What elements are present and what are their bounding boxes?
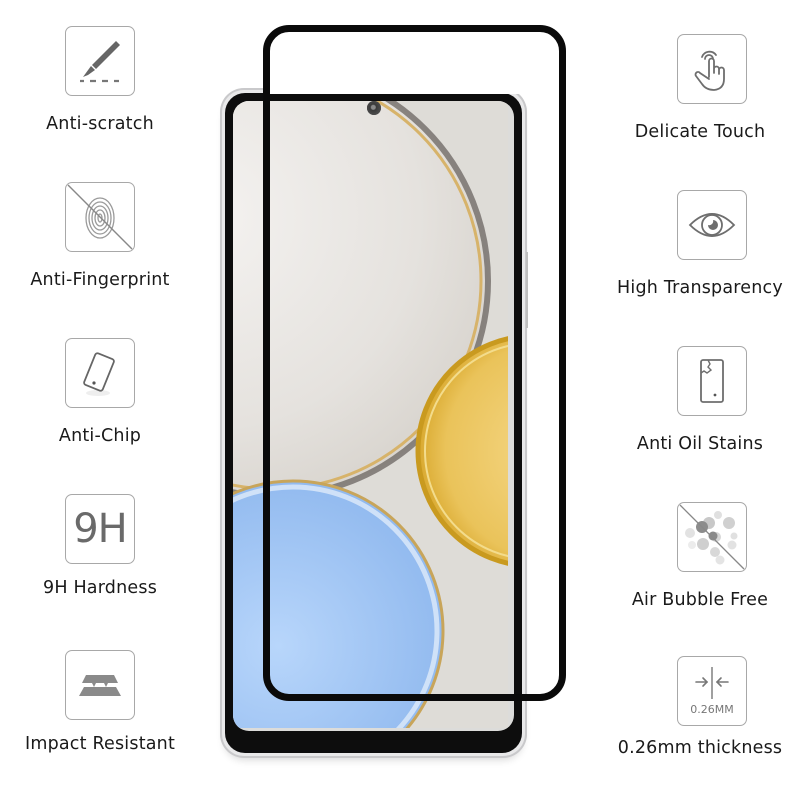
- tilted-phone-icon: [65, 338, 135, 408]
- feature-label: Anti-Fingerprint: [30, 270, 170, 290]
- feature-label: Anti Oil Stains: [636, 434, 764, 454]
- bubbles-crossed-icon: [677, 502, 747, 572]
- feature-label: 0.26mm thickness: [617, 738, 783, 758]
- 9h-icon-text: 9H: [73, 506, 128, 552]
- 9h-text-icon: 9H: [65, 494, 135, 564]
- phone-stain-icon: [677, 346, 747, 416]
- feature-label: Impact Resistant: [24, 734, 176, 754]
- front-camera-overlay: [367, 101, 381, 115]
- feature-air-bubble-free: Air Bubble Free: [600, 502, 800, 610]
- screen-protector-frame: [263, 25, 566, 701]
- feature-label: Delicate Touch: [634, 122, 766, 142]
- feature-anti-scratch: Anti-scratch: [0, 26, 200, 134]
- feature-anti-oil-stains: Anti Oil Stains: [600, 346, 800, 454]
- feature-anti-chip: Anti-Chip: [0, 338, 200, 446]
- touch-hand-icon: [677, 34, 747, 104]
- thickness-icon-text: 0.26MM: [690, 703, 734, 716]
- feature-9h-hardness: 9H 9H Hardness: [0, 494, 200, 598]
- fingerprint-crossed-icon: [65, 182, 135, 252]
- feature-label: Anti-scratch: [46, 114, 154, 134]
- feature-label: High Transparency: [617, 278, 783, 298]
- thickness-arrows-icon: 0.26MM: [677, 656, 747, 726]
- feature-delicate-touch: Delicate Touch: [600, 34, 800, 142]
- feature-label: Air Bubble Free: [631, 590, 769, 610]
- eye-icon: [677, 190, 747, 260]
- scalpel-scratch-icon: [65, 26, 135, 96]
- feature-label: Anti-Chip: [58, 426, 142, 446]
- feature-anti-fingerprint: Anti-Fingerprint: [0, 182, 200, 290]
- layers-impact-icon: [65, 650, 135, 720]
- feature-high-transparency: High Transparency: [600, 190, 800, 298]
- feature-label: 9H Hardness: [42, 578, 158, 598]
- feature-thickness: 0.26MM 0.26mm thickness: [600, 656, 800, 758]
- feature-impact-resistant: Impact Resistant: [0, 650, 200, 754]
